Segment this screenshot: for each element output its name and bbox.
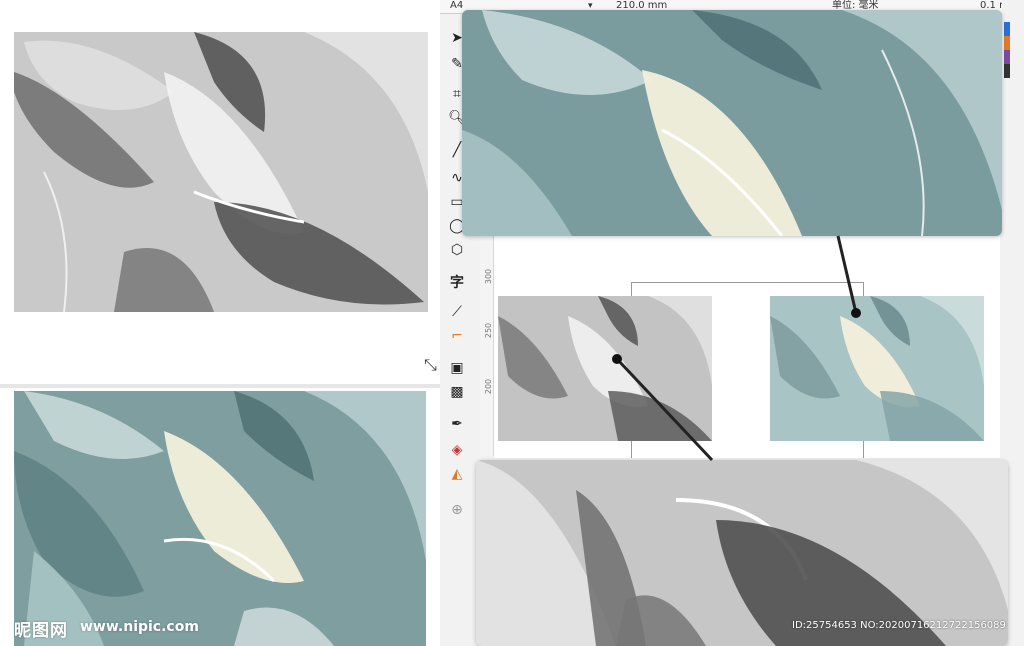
vertical-ruler: 300 250 200 — [480, 236, 494, 456]
pane-divider — [0, 384, 440, 388]
screenshot-stage: ⤡ 昵图网 www.nipic.com A4 ▾ 210.0 mm 单位: 毫米… — [0, 0, 1024, 646]
nipic-url: www.nipic.com — [80, 619, 199, 635]
text-tool-icon[interactable]: 字 — [446, 272, 468, 292]
shadow-tool-icon[interactable]: ▣ — [446, 358, 468, 378]
smart-fill-icon[interactable]: ◭ — [446, 464, 468, 484]
gray-feather-illustration — [14, 32, 428, 312]
dimension-tool-icon[interactable]: ⟋ — [446, 302, 468, 322]
frame-guide — [631, 282, 863, 283]
connector-tool-icon[interactable]: ⌐ — [446, 326, 468, 346]
nipic-logo: 昵图网 — [14, 621, 68, 641]
teal-feather-preview — [14, 391, 426, 646]
teal-thumbnail[interactable] — [770, 296, 984, 441]
teal-thumbnail-illustration — [770, 296, 984, 441]
ruler-mark: 200 — [484, 378, 494, 395]
ruler-mark: 250 — [484, 322, 494, 339]
interactive-fill-icon[interactable]: ◈ — [446, 440, 468, 460]
resize-arrow-icon[interactable]: ⤡ — [424, 355, 437, 375]
gray-zoom-callout — [476, 460, 1008, 646]
image-id-label: ID:25754653 NO:20200716212722156089 — [792, 620, 1006, 631]
teal-zoom-illustration — [462, 10, 1002, 236]
polygon-tool-icon[interactable]: ⬡ — [446, 240, 468, 260]
transparency-tool-icon[interactable]: ▩ — [446, 382, 468, 402]
gray-feather-preview — [14, 32, 428, 312]
gray-thumbnail-illustration — [498, 296, 712, 441]
teal-zoom-callout — [462, 10, 1002, 236]
color-palette[interactable] — [1004, 22, 1010, 78]
swatch-black[interactable] — [1004, 64, 1010, 78]
gray-thumbnail[interactable] — [498, 296, 712, 441]
teal-feather-illustration — [14, 391, 426, 646]
add-tool-icon[interactable]: ⊕ — [446, 500, 468, 520]
eyedropper-tool-icon[interactable]: ✒ — [446, 414, 468, 434]
ruler-mark: 300 — [484, 268, 494, 285]
swatch-orange[interactable] — [1004, 36, 1010, 50]
swatch-blue[interactable] — [1004, 22, 1010, 36]
gray-zoom-illustration — [476, 460, 1008, 646]
swatch-purple[interactable] — [1004, 50, 1010, 64]
